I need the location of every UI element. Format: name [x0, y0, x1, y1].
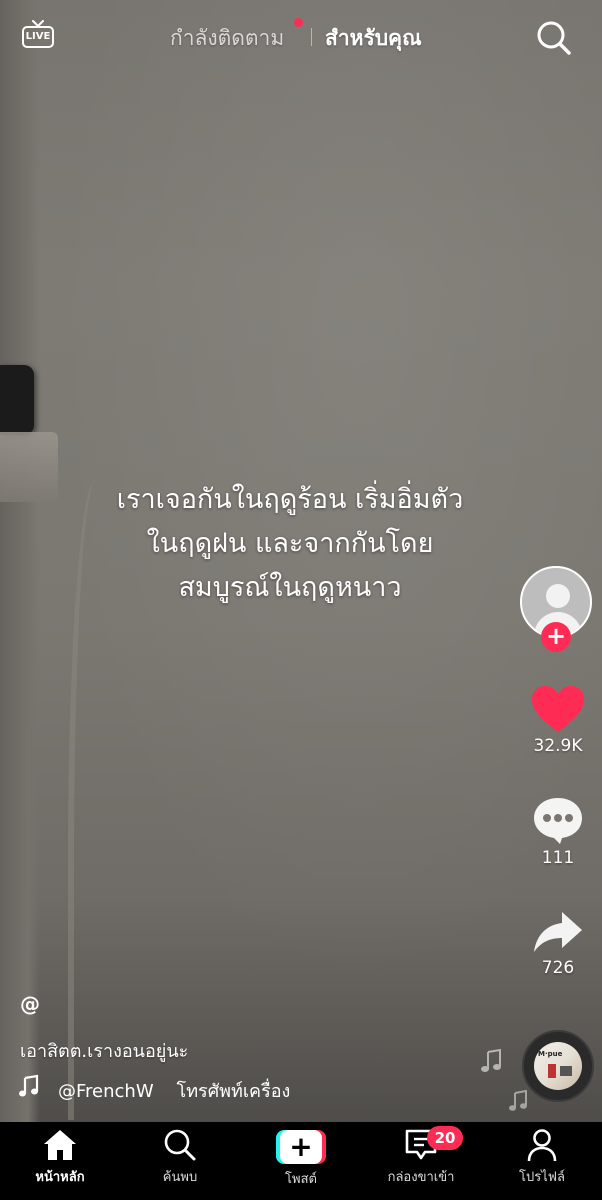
share-button[interactable]: 726	[520, 908, 596, 978]
creator-username[interactable]: @	[20, 992, 40, 1016]
nav-post-label: โพสต์	[285, 1172, 317, 1187]
nav-discover-label: ค้นพบ	[162, 1170, 198, 1185]
video-description[interactable]: เอาสิตต.เรางอนอยู่นะ	[20, 1036, 188, 1065]
video-wall-edge	[0, 0, 40, 1122]
nav-post[interactable]: + โพสต์	[241, 1128, 361, 1196]
album-cover: M·pue	[534, 1042, 582, 1090]
follow-button[interactable]: +	[541, 622, 571, 652]
live-label: LIVE	[22, 26, 54, 48]
album-cover-label: M·pue	[538, 1050, 563, 1058]
heart-icon	[532, 686, 584, 732]
album-cover-art	[548, 1064, 556, 1078]
nav-inbox[interactable]: 20 กล่องขาเข้า	[361, 1126, 481, 1196]
creator-avatar-group[interactable]: +	[520, 566, 596, 656]
like-count: 32.9K	[533, 736, 583, 756]
profile-icon	[527, 1129, 557, 1162]
nav-home[interactable]: หน้าหลัก	[0, 1128, 120, 1196]
video-wall-device	[0, 365, 34, 435]
tab-following[interactable]: กำลังติดตาม	[170, 22, 284, 55]
comment-count: 111	[541, 848, 575, 868]
music-title: @FrenchW โทรศัพท์เครื่อง	[58, 1081, 291, 1102]
comment-button[interactable]: 111	[520, 794, 596, 868]
tab-divider	[311, 28, 312, 46]
post-plus-icon: +	[276, 1130, 326, 1164]
discover-search-icon	[164, 1129, 196, 1161]
nav-home-label: หน้าหลัก	[35, 1170, 85, 1185]
music-note-icon	[19, 1074, 39, 1097]
top-bar: LIVE กำลังติดตาม สำหรับคุณ	[0, 0, 602, 80]
floating-music-note-icon	[481, 1048, 501, 1072]
album-cover-art-2	[560, 1066, 572, 1076]
nav-profile[interactable]: โปรไฟล์	[482, 1128, 602, 1196]
share-arrow-icon	[534, 912, 582, 952]
nav-discover[interactable]: ค้นพบ	[120, 1128, 240, 1196]
video-overlay-text: เราเจอกันในฤดูร้อน เริ่มอิ่มตัว ในฤดูฝน …	[116, 484, 464, 603]
comment-icon	[534, 798, 582, 844]
home-icon	[44, 1130, 76, 1160]
nav-inbox-label: กล่องขาเข้า	[387, 1170, 455, 1185]
share-count: 726	[541, 958, 575, 978]
music-disc[interactable]: M·pue	[522, 1030, 594, 1102]
tab-for-you[interactable]: สำหรับคุณ	[325, 22, 422, 55]
bottom-nav: หน้าหลัก ค้นพบ + โพสต์ 20 กล่องขาเข้า โป…	[0, 1122, 602, 1200]
search-icon[interactable]	[534, 18, 574, 58]
live-icon[interactable]: LIVE	[22, 20, 58, 50]
nav-profile-label: โปรไฟล์	[519, 1170, 565, 1185]
post-plus-symbol: +	[280, 1130, 322, 1164]
avatar-head	[546, 584, 570, 608]
like-button[interactable]: 32.9K	[520, 684, 596, 756]
floating-music-note-icon-2	[509, 1090, 527, 1111]
inbox-badge: 20	[427, 1126, 463, 1150]
following-notification-dot	[294, 18, 303, 27]
